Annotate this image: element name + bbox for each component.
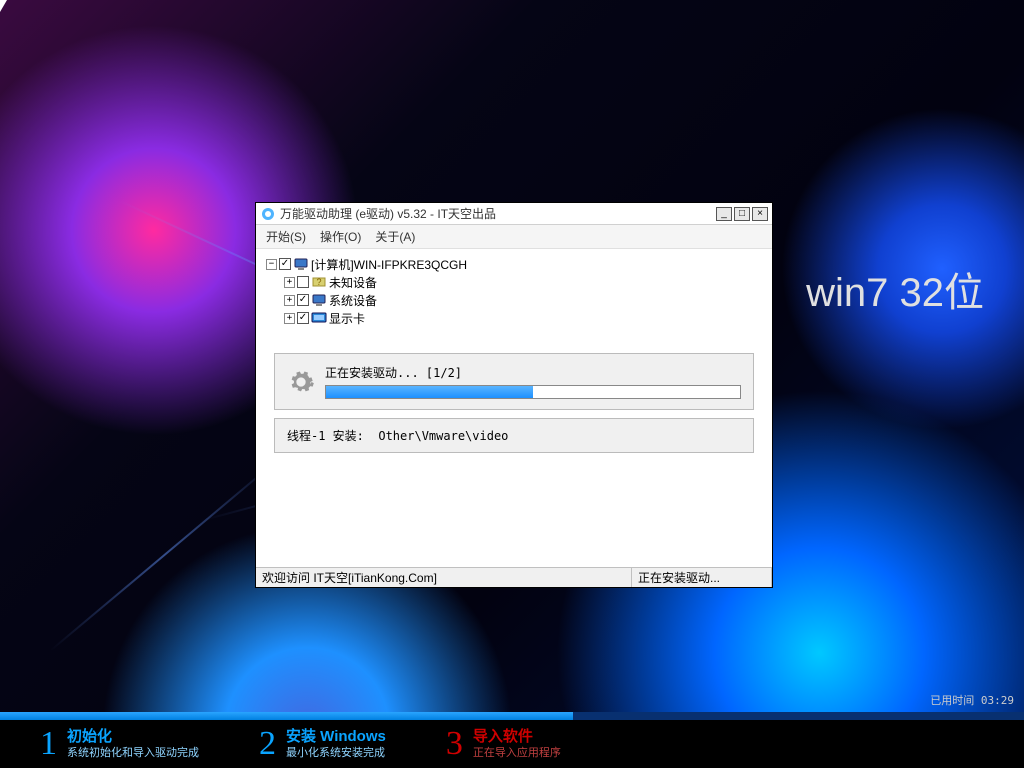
app-icon xyxy=(260,206,276,222)
close-button[interactable]: × xyxy=(752,207,768,221)
titlebar[interactable]: 万能驱动助理 (e驱动) v5.32 - IT天空出品 _ □ × xyxy=(256,203,772,225)
device-tree: − [计算机]WIN-IFPKRE3QCGH + ? 未知设备 + 系统设备 xyxy=(256,249,772,333)
step-title: 导入软件 xyxy=(473,728,561,746)
checkbox[interactable] xyxy=(297,276,309,288)
checkbox[interactable] xyxy=(279,258,291,270)
menubar: 开始(S) 操作(O) 关于(A) xyxy=(256,225,772,249)
minimize-button[interactable]: _ xyxy=(716,207,732,221)
cursor-icon xyxy=(0,0,11,12)
progress-bar xyxy=(325,385,741,399)
elapsed-time: 已用时间 03:29 xyxy=(930,692,1014,708)
install-steps: 1 初始化 系统初始化和导入驱动完成 2 安装 Windows 最小化系统安装完… xyxy=(0,720,1024,768)
overall-progress-bar xyxy=(0,712,1024,720)
step-number: 2 xyxy=(259,725,276,763)
computer-icon xyxy=(293,256,309,272)
tree-label: 显示卡 xyxy=(329,310,365,327)
window-title: 万能驱动助理 (e驱动) v5.32 - IT天空出品 xyxy=(280,205,716,222)
expand-toggle[interactable]: + xyxy=(284,313,295,324)
step-subtitle: 最小化系统安装完成 xyxy=(286,746,386,760)
menu-start[interactable]: 开始(S) xyxy=(266,228,306,245)
step-number: 3 xyxy=(446,725,463,763)
status-left: 欢迎访问 IT天空[iTianKong.Com] xyxy=(256,568,632,587)
menu-action[interactable]: 操作(O) xyxy=(320,228,361,245)
step-2: 2 安装 Windows 最小化系统安装完成 xyxy=(259,725,386,763)
menu-about[interactable]: 关于(A) xyxy=(375,228,415,245)
unknown-device-icon: ? xyxy=(311,274,327,290)
progress-fill xyxy=(326,386,533,398)
statusbar: 欢迎访问 IT天空[iTianKong.Com] 正在安装驱动... xyxy=(256,567,772,587)
step-title: 安装 Windows xyxy=(286,728,386,746)
checkbox[interactable] xyxy=(297,294,309,306)
decor-ray xyxy=(49,457,280,651)
driver-assistant-window: 万能驱动助理 (e驱动) v5.32 - IT天空出品 _ □ × 开始(S) … xyxy=(255,202,773,588)
gear-icon xyxy=(287,368,315,396)
progress-label: 正在安装驱动... [1/2] xyxy=(325,364,741,381)
wallpaper-caption: win7 32位 xyxy=(806,260,984,318)
overall-progress-fill xyxy=(0,712,573,720)
step-title: 初始化 xyxy=(67,728,199,746)
step-1: 1 初始化 系统初始化和导入驱动完成 xyxy=(40,725,199,763)
step-number: 1 xyxy=(40,725,57,763)
checkbox[interactable] xyxy=(297,312,309,324)
tree-label: 系统设备 xyxy=(329,292,377,309)
tree-node-unknown[interactable]: + ? 未知设备 xyxy=(264,273,764,291)
expand-toggle[interactable]: + xyxy=(284,277,295,288)
expand-toggle[interactable]: − xyxy=(266,259,277,270)
tree-label: [计算机]WIN-IFPKRE3QCGH xyxy=(311,256,467,273)
maximize-button[interactable]: □ xyxy=(734,207,750,221)
display-adapter-icon xyxy=(311,310,327,326)
thread-status: 线程-1 安装: Other\Vmware\video xyxy=(274,418,754,453)
window-controls: _ □ × xyxy=(716,207,768,221)
step-subtitle: 系统初始化和导入驱动完成 xyxy=(67,746,199,760)
svg-text:?: ? xyxy=(316,277,321,287)
step-3: 3 导入软件 正在导入应用程序 xyxy=(446,725,561,763)
tree-root[interactable]: − [计算机]WIN-IFPKRE3QCGH xyxy=(264,255,764,273)
system-device-icon xyxy=(311,292,327,308)
tree-label: 未知设备 xyxy=(329,274,377,291)
status-right: 正在安装驱动... xyxy=(632,568,772,587)
tree-node-system[interactable]: + 系统设备 xyxy=(264,291,764,309)
progress-panel: 正在安装驱动... [1/2] xyxy=(274,353,754,410)
step-subtitle: 正在导入应用程序 xyxy=(473,746,561,760)
tree-node-display[interactable]: + 显示卡 xyxy=(264,309,764,327)
expand-toggle[interactable]: + xyxy=(284,295,295,306)
